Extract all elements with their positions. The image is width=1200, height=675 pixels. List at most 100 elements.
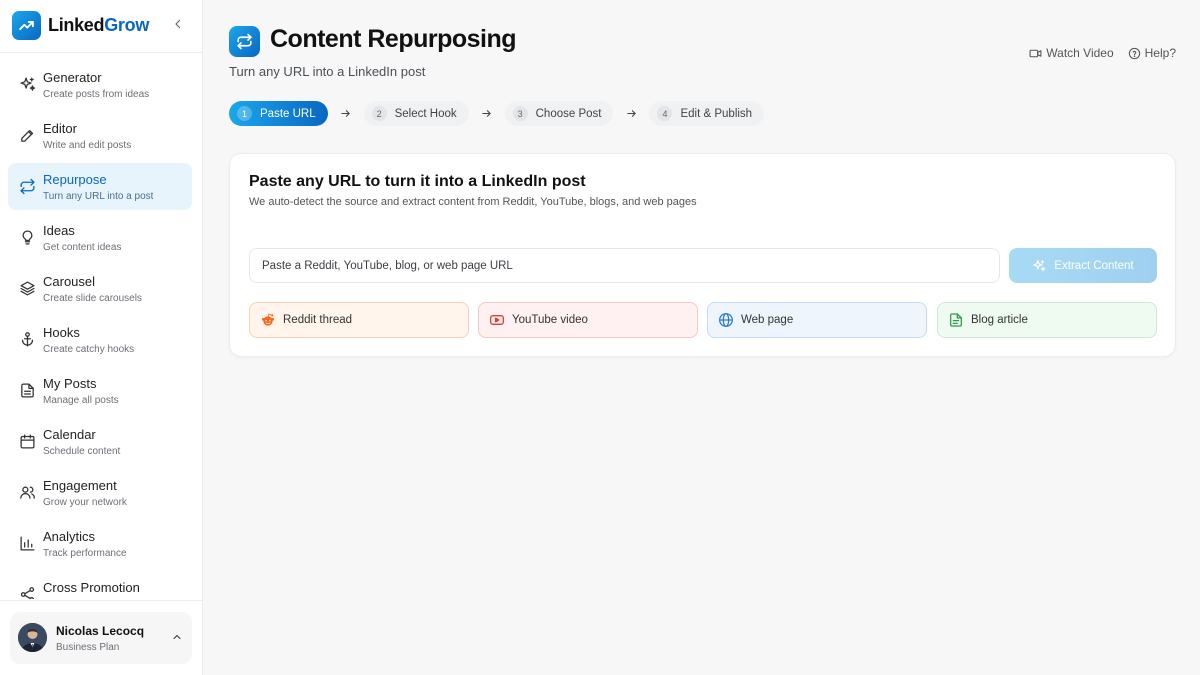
globe-icon	[718, 312, 734, 328]
step-edit-publish[interactable]: 4 Edit & Publish	[649, 101, 765, 126]
sidebar-item-sublabel: Manage all posts	[43, 395, 119, 406]
sidebar-item-label: Ideas	[43, 223, 75, 238]
brand-name-part2: Grow	[104, 14, 150, 35]
file-text-icon	[18, 381, 36, 399]
step-label: Edit & Publish	[680, 107, 753, 120]
pencil-icon	[18, 126, 36, 144]
anchor-icon	[18, 330, 36, 348]
sidebar-item-sublabel: Track performance	[43, 548, 127, 559]
avatar	[18, 623, 47, 652]
sidebar-item-sublabel: Create catchy hooks	[43, 344, 135, 355]
card-description: We auto-detect the source and extract co…	[249, 196, 697, 208]
watch-video-label: Watch Video	[1046, 46, 1114, 60]
sidebar-item-sublabel: Create posts from ideas	[43, 89, 150, 100]
source-label: YouTube video	[512, 314, 588, 326]
url-input[interactable]	[249, 248, 1000, 283]
step-number: 4	[657, 106, 673, 121]
sidebar-item-label: Generator	[43, 70, 102, 85]
sidebar-item-label: Carousel	[43, 274, 96, 289]
sidebar-item-my-posts[interactable]: My Posts Manage all posts	[8, 367, 192, 414]
sidebar-item-engagement[interactable]: Engagement Grow your network	[8, 469, 192, 516]
watch-video-button[interactable]: Watch Video	[1029, 46, 1114, 60]
card-title: Paste any URL to turn it into a LinkedIn…	[249, 173, 586, 190]
url-card: Paste any URL to turn it into a LinkedIn…	[229, 153, 1176, 357]
step-label: Choose Post	[535, 107, 602, 120]
sidebar-item-label: Cross Promotion	[43, 580, 140, 595]
sidebar-item-label: Calendar	[43, 427, 96, 442]
trending-up-icon	[12, 10, 41, 40]
user-name: Nicolas Lecocq	[56, 624, 145, 638]
sidebar-item-label: Analytics	[43, 529, 96, 544]
sidebar-item-analytics[interactable]: Analytics Track performance	[8, 520, 192, 567]
step-choose-post[interactable]: 3 Choose Post	[504, 101, 614, 126]
document-icon	[948, 312, 964, 328]
extract-content-button[interactable]: Extract Content	[1009, 248, 1157, 283]
chevron-up-icon[interactable]	[170, 630, 184, 644]
chevron-left-icon	[175, 19, 181, 29]
step-paste-url[interactable]: 1 Paste URL	[229, 101, 328, 126]
sidebar-item-ideas[interactable]: Ideas Get content ideas	[8, 214, 192, 261]
brand-name: LinkedGrow	[48, 15, 149, 36]
extract-content-label: Extract Content	[1054, 259, 1134, 272]
arrow-right-icon	[481, 108, 493, 120]
sidebar: LinkedGrow Generator Create posts from i…	[0, 0, 203, 675]
reddit-icon	[260, 312, 276, 328]
sidebar-item-label: Editor	[43, 121, 77, 136]
youtube-icon	[489, 312, 505, 328]
step-label: Select Hook	[394, 107, 457, 120]
source-youtube-video[interactable]: YouTube video	[478, 302, 698, 338]
layers-icon	[18, 279, 36, 297]
divider	[0, 600, 202, 601]
page-title: Content Repurposing	[270, 25, 517, 53]
source-label: Web page	[741, 314, 794, 326]
help-circle-icon	[1128, 47, 1140, 59]
source-label: Reddit thread	[283, 314, 353, 326]
source-reddit-thread[interactable]: Reddit thread	[249, 302, 469, 338]
sidebar-item-label: Repurpose	[43, 172, 107, 187]
user-menu[interactable]: Nicolas Lecocq Business Plan	[10, 612, 192, 664]
source-web-page[interactable]: Web page	[707, 302, 927, 338]
help-label: Help?	[1144, 46, 1176, 60]
collapse-sidebar-button[interactable]	[170, 16, 186, 32]
sidebar-item-label: Engagement	[43, 478, 117, 493]
users-icon	[18, 483, 36, 501]
sidebar-item-sublabel: Grow your network	[43, 497, 127, 508]
brand[interactable]: LinkedGrow	[12, 10, 149, 40]
repeat-icon	[18, 177, 36, 195]
sidebar-item-sublabel: Schedule content	[43, 446, 121, 457]
sparkles-icon	[1033, 259, 1046, 271]
sidebar-item-calendar[interactable]: Calendar Schedule content	[8, 418, 192, 465]
sidebar-item-sublabel: Turn any URL into a post	[43, 191, 154, 202]
stepper: 1 Paste URL 2 Select Hook 3 Choose Post …	[229, 101, 765, 126]
sidebar-item-sublabel: Write and edit posts	[43, 140, 132, 151]
source-label: Blog article	[971, 314, 1028, 326]
brand-name-part1: Linked	[48, 14, 105, 35]
source-blog-article[interactable]: Blog article	[937, 302, 1157, 338]
divider	[0, 52, 202, 53]
sidebar-item-carousel[interactable]: Carousel Create slide carousels	[8, 265, 192, 312]
calendar-icon	[18, 432, 36, 450]
sidebar-nav: Generator Create posts from ideas Editor…	[0, 61, 202, 599]
step-number: 1	[237, 106, 252, 121]
sidebar-item-editor[interactable]: Editor Write and edit posts	[8, 112, 192, 159]
step-label: Paste URL	[260, 107, 316, 120]
repeat-icon	[229, 26, 260, 57]
sidebar-item-hooks[interactable]: Hooks Create catchy hooks	[8, 316, 192, 363]
sidebar-item-cross-promotion[interactable]: Cross Promotion	[8, 571, 192, 599]
lightbulb-icon	[18, 228, 36, 246]
bar-chart-icon	[18, 534, 36, 552]
sidebar-item-sublabel: Get content ideas	[43, 242, 122, 253]
step-number: 3	[512, 106, 528, 121]
arrow-right-icon	[625, 108, 637, 120]
arrow-right-icon	[340, 108, 352, 120]
sidebar-item-sublabel: Create slide carousels	[43, 293, 142, 304]
user-plan: Business Plan	[56, 642, 120, 653]
step-number: 2	[371, 106, 387, 121]
help-button[interactable]: Help?	[1128, 46, 1176, 60]
video-icon	[1029, 49, 1042, 57]
step-select-hook[interactable]: 2 Select Hook	[363, 101, 469, 126]
top-actions: Watch Video Help?	[1029, 46, 1176, 60]
page-subtitle: Turn any URL into a LinkedIn post	[229, 64, 426, 79]
sidebar-item-generator[interactable]: Generator Create posts from ideas	[8, 61, 192, 108]
sidebar-item-repurpose[interactable]: Repurpose Turn any URL into a post	[8, 163, 192, 210]
